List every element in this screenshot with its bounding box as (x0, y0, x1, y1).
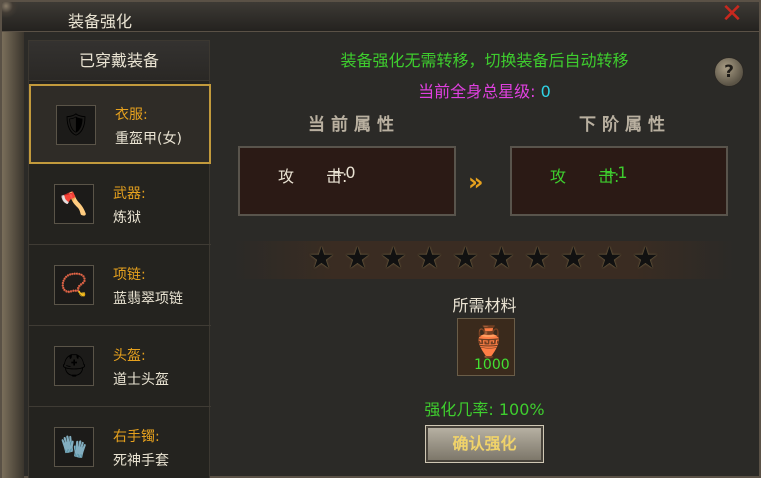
star-icon: ★ (560, 241, 587, 276)
slot-item-name: 死神手套 (113, 453, 169, 469)
material-slot[interactable]: 🏺 1000 (457, 318, 515, 376)
star-icon: ★ (596, 241, 623, 276)
slot-type-label: 衣服: (115, 107, 148, 123)
glove-icon: 🧤 (54, 427, 94, 467)
equipment-enhance-window: 装备强化 ✕ 已穿戴装备 🛡 衣服: 重盔甲(女) 🪓 武器: 炼狱 📿 项链:… (0, 0, 761, 478)
slot-type-label: 武器: (113, 186, 146, 202)
transfer-notice: 装备强化无需转移，切换装备后自动转移 (340, 51, 629, 70)
star-total-label: 当前全身总星级: (418, 82, 536, 101)
next-attr-box: 攻 击: +1 (510, 146, 728, 216)
next-attr-header: 下阶属性 (579, 115, 671, 135)
star-icon: ★ (380, 241, 407, 276)
star-icon: ★ (344, 241, 371, 276)
slot-type-label: 头盔: (113, 348, 146, 364)
slot-type-label: 项链: (113, 267, 146, 283)
slot-item-name: 蓝翡翠项链 (113, 291, 183, 307)
armor-icon: 🛡 (56, 105, 96, 145)
help-icon[interactable]: ? (714, 57, 744, 87)
success-rate: 强化几率: 100% (424, 400, 545, 419)
equipped-items-sidebar: 已穿戴装备 🛡 衣服: 重盔甲(女) 🪓 武器: 炼狱 📿 项链: 蓝翡翠项链 … (28, 40, 211, 478)
star-icon: ★ (488, 241, 515, 276)
star-icon: ★ (524, 241, 551, 276)
enhance-panel: 装备强化无需转移，切换装备后自动转移 当前全身总星级: 0 ? 当前属性 下阶属… (212, 40, 757, 478)
total-star-level: 当前全身总星级: 0 (212, 78, 757, 102)
slot-item-name: 炼狱 (113, 210, 141, 226)
frame-decoration (2, 32, 24, 478)
material-count: 1000 (474, 357, 510, 373)
close-icon[interactable]: ✕ (719, 1, 745, 27)
axe-icon: 🪓 (54, 184, 94, 224)
equip-slot-necklace[interactable]: 📿 项链: 蓝翡翠项链 (29, 246, 211, 326)
current-attr-box: 攻 击: +0 (238, 146, 456, 216)
attr-value: +1 (604, 163, 628, 182)
enhance-stars: ★ ★ ★ ★ ★ ★ ★ ★ ★ ★ (234, 241, 734, 279)
sidebar-header: 已穿戴装备 (29, 41, 209, 81)
gold-ingot-icon: 🏺 (470, 325, 508, 360)
title-bar[interactable]: 装备强化 ✕ (2, 1, 759, 32)
star-total-value: 0 (540, 82, 551, 101)
equip-slot-clothes[interactable]: 🛡 衣服: 重盔甲(女) (29, 84, 211, 164)
star-icon: ★ (416, 241, 443, 276)
corner-ornament-icon (2, 2, 22, 22)
star-icon: ★ (308, 241, 335, 276)
attr-value: +0 (332, 163, 356, 182)
helmet-icon: ⛑ (54, 346, 94, 386)
equip-slot-weapon[interactable]: 🪓 武器: 炼狱 (29, 165, 211, 245)
equip-slot-helmet[interactable]: ⛑ 头盔: 道士头盔 (29, 327, 211, 407)
slot-item-name: 道士头盔 (113, 372, 169, 388)
star-icon: ★ (632, 241, 659, 276)
slot-type-label: 右手镯: (113, 429, 160, 445)
necklace-icon: 📿 (54, 265, 94, 305)
current-attr-header: 当前属性 (308, 115, 400, 135)
material-label: 所需材料 (452, 296, 517, 315)
double-arrow-icon: » (468, 168, 483, 196)
star-icon: ★ (452, 241, 479, 276)
slot-item-name: 重盔甲(女) (115, 131, 182, 147)
window-title: 装备强化 (68, 12, 133, 31)
equip-slot-right-bracelet[interactable]: 🧤 右手镯: 死神手套 (29, 408, 211, 478)
confirm-enhance-button[interactable]: 确认强化 (425, 425, 544, 463)
